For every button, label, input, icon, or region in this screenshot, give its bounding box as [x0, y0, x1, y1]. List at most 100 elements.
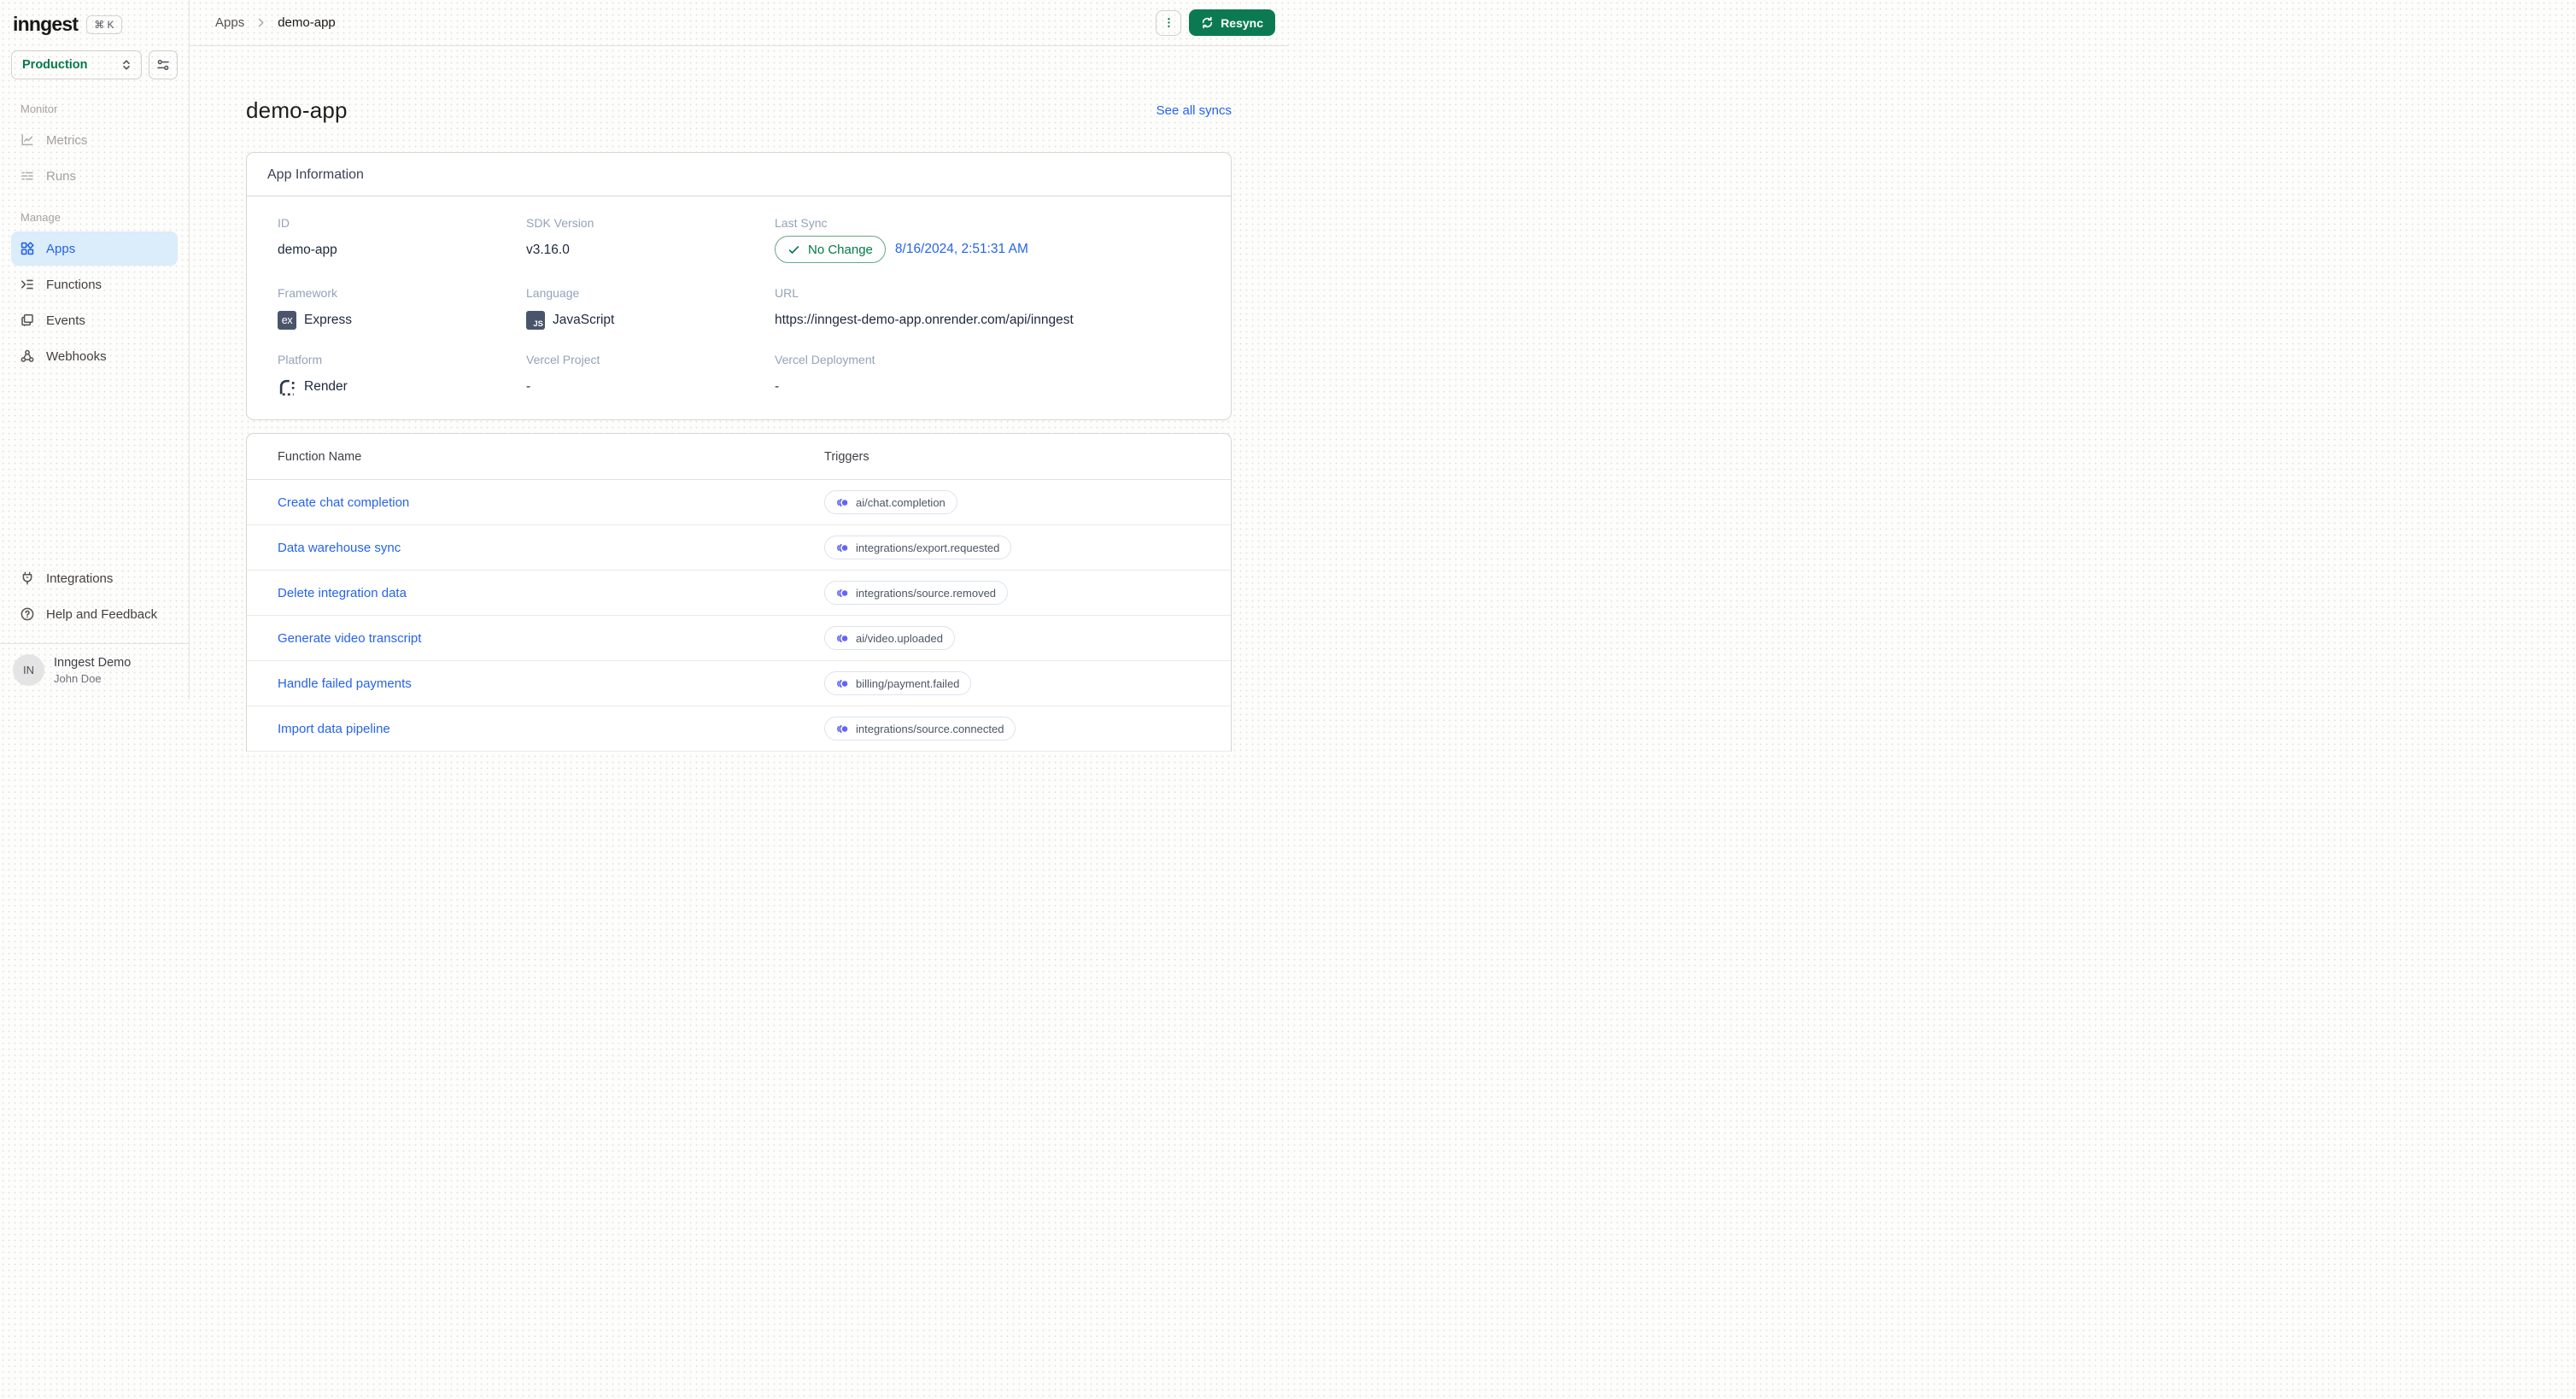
sidebar-item-events[interactable]: Events [11, 303, 178, 337]
sidebar-item-runs[interactable]: Runs [11, 159, 178, 193]
trigger-name: integrations/source.removed [856, 586, 997, 600]
user-menu[interactable]: IN Inngest Demo John Doe [0, 644, 189, 700]
sidebar-item-label: Metrics [46, 132, 88, 148]
functions-icon [20, 277, 35, 292]
avatar: IN [13, 654, 44, 686]
events-icon [20, 313, 35, 328]
sidebar-item-label: Runs [46, 168, 77, 184]
field-label-vercel-project: Vercel Project [526, 353, 600, 366]
sidebar-item-apps[interactable]: Apps [11, 231, 178, 266]
topbar: Apps demo-app Resync [190, 0, 1288, 46]
event-pulse-icon [836, 498, 849, 506]
inngest-logo: inngest [13, 13, 79, 35]
sidebar-item-label: Apps [46, 241, 76, 256]
command-k-shortcut[interactable]: ⌘ K [86, 15, 122, 34]
field-value-sdk-version: v3.16.0 [526, 243, 570, 257]
field-value-id: demo-app [278, 243, 337, 257]
functions-table: Function Name Triggers Create chat compl… [246, 433, 1232, 752]
plug-icon [20, 571, 35, 586]
sidebar-footer-nav: Integrations Help and Feedback [0, 558, 189, 633]
event-pulse-icon [836, 543, 849, 552]
field-value-vercel-project: - [526, 379, 531, 394]
function-link[interactable]: Handle failed payments [278, 676, 824, 691]
sidebar-item-label: Integrations [46, 571, 114, 586]
breadcrumb: Apps demo-app [215, 15, 336, 30]
refresh-icon [1203, 16, 1213, 29]
trigger-name: billing/payment.failed [856, 676, 960, 690]
sidebar-item-label: Events [46, 313, 85, 328]
field-value-platform: Render [304, 379, 348, 394]
main-area: Apps demo-app Resync demo-app See all sy… [190, 0, 1288, 752]
function-link[interactable]: Delete integration data [278, 586, 824, 600]
user-name: John Doe [54, 671, 102, 685]
sidebar-item-metrics[interactable]: Metrics [11, 123, 178, 157]
environment-label: Production [22, 58, 88, 72]
sidebar-item-functions[interactable]: Functions [11, 267, 178, 301]
trigger-badge: integrations/source.removed [824, 581, 1009, 605]
question-circle-icon [20, 606, 35, 622]
trigger-badge: ai/chat.completion [824, 490, 957, 514]
event-pulse-icon [836, 634, 849, 642]
sidebar: inngest ⌘ K Production Monitor Metrics R… [0, 0, 190, 700]
function-link[interactable]: Import data pipeline [278, 722, 824, 736]
resync-button[interactable]: Resync [1189, 9, 1275, 36]
app-detail-page: demo-app See all syncs App Information I… [190, 46, 1288, 752]
sliders-icon [157, 59, 169, 71]
breadcrumb-current: demo-app [278, 15, 336, 30]
field-value-url: https://inngest-demo-app.onrender.com/ap… [775, 313, 1074, 327]
field-label-id: ID [278, 216, 290, 230]
check-icon [788, 245, 799, 254]
trigger-name: ai/video.uploaded [856, 631, 943, 645]
field-value-framework: Express [304, 313, 352, 327]
trigger-name: integrations/source.connected [856, 722, 1004, 735]
breadcrumb-apps[interactable]: Apps [215, 15, 244, 30]
trigger-badge: integrations/source.connected [824, 717, 1016, 740]
nav-section-monitor: Monitor [20, 102, 58, 115]
chevron-up-down-icon [123, 60, 130, 70]
field-label-language: Language [526, 286, 580, 300]
column-header-triggers: Triggers [824, 449, 869, 464]
table-row: Handle failed payments billing/payment.f… [247, 661, 1231, 706]
function-link[interactable]: Create chat completion [278, 495, 824, 510]
trigger-name: integrations/export.requested [856, 541, 1000, 554]
sidebar-item-webhooks[interactable]: Webhooks [11, 339, 178, 373]
metrics-icon [20, 132, 35, 148]
field-value-language: JavaScript [553, 313, 615, 327]
kebab-icon [1168, 18, 1170, 27]
javascript-icon: JS [526, 311, 545, 330]
function-link[interactable]: Generate video transcript [278, 631, 824, 646]
field-label-framework: Framework [278, 286, 338, 300]
inngest-app: inngest ⌘ K Production Monitor Metrics R… [0, 0, 1288, 752]
express-icon: ex [278, 311, 296, 330]
trigger-name: ai/chat.completion [856, 495, 946, 509]
nav-section-manage: Manage [20, 211, 61, 224]
table-row: Import data pipeline integrations/source… [247, 706, 1231, 752]
see-all-syncs-link[interactable]: See all syncs [1156, 103, 1232, 118]
event-pulse-icon [836, 724, 849, 733]
app-information-card: App Information ID demo-app SDK Version … [246, 152, 1232, 420]
field-label-platform: Platform [278, 353, 323, 366]
runs-icon [20, 168, 35, 184]
field-label-url: URL [775, 286, 799, 300]
sidebar-item-integrations[interactable]: Integrations [11, 561, 178, 595]
function-link[interactable]: Data warehouse sync [278, 541, 824, 555]
environment-selector[interactable]: Production [11, 50, 142, 79]
column-header-function-name: Function Name [278, 449, 362, 464]
sidebar-item-label: Webhooks [46, 348, 107, 364]
event-pulse-icon [836, 679, 849, 688]
trigger-badge: integrations/export.requested [824, 536, 1012, 559]
sync-status-label: No Change [808, 242, 873, 257]
app-information-title: App Information [247, 153, 1231, 196]
environment-settings-button[interactable] [149, 50, 178, 79]
apps-grid-icon [20, 241, 35, 256]
sidebar-item-label: Functions [46, 277, 102, 292]
last-sync-timestamp-link[interactable]: 8/16/2024, 2:51:31 AM [895, 242, 1028, 257]
table-row: Generate video transcript ai/video.uploa… [247, 616, 1231, 661]
webhooks-icon [20, 348, 35, 364]
chevron-right-icon [255, 17, 266, 28]
sidebar-item-help[interactable]: Help and Feedback [11, 597, 178, 631]
app-actions-menu-button[interactable] [1156, 9, 1182, 36]
field-label-last-sync: Last Sync [775, 216, 828, 230]
page-title: demo-app [246, 97, 348, 123]
render-icon [279, 379, 296, 396]
